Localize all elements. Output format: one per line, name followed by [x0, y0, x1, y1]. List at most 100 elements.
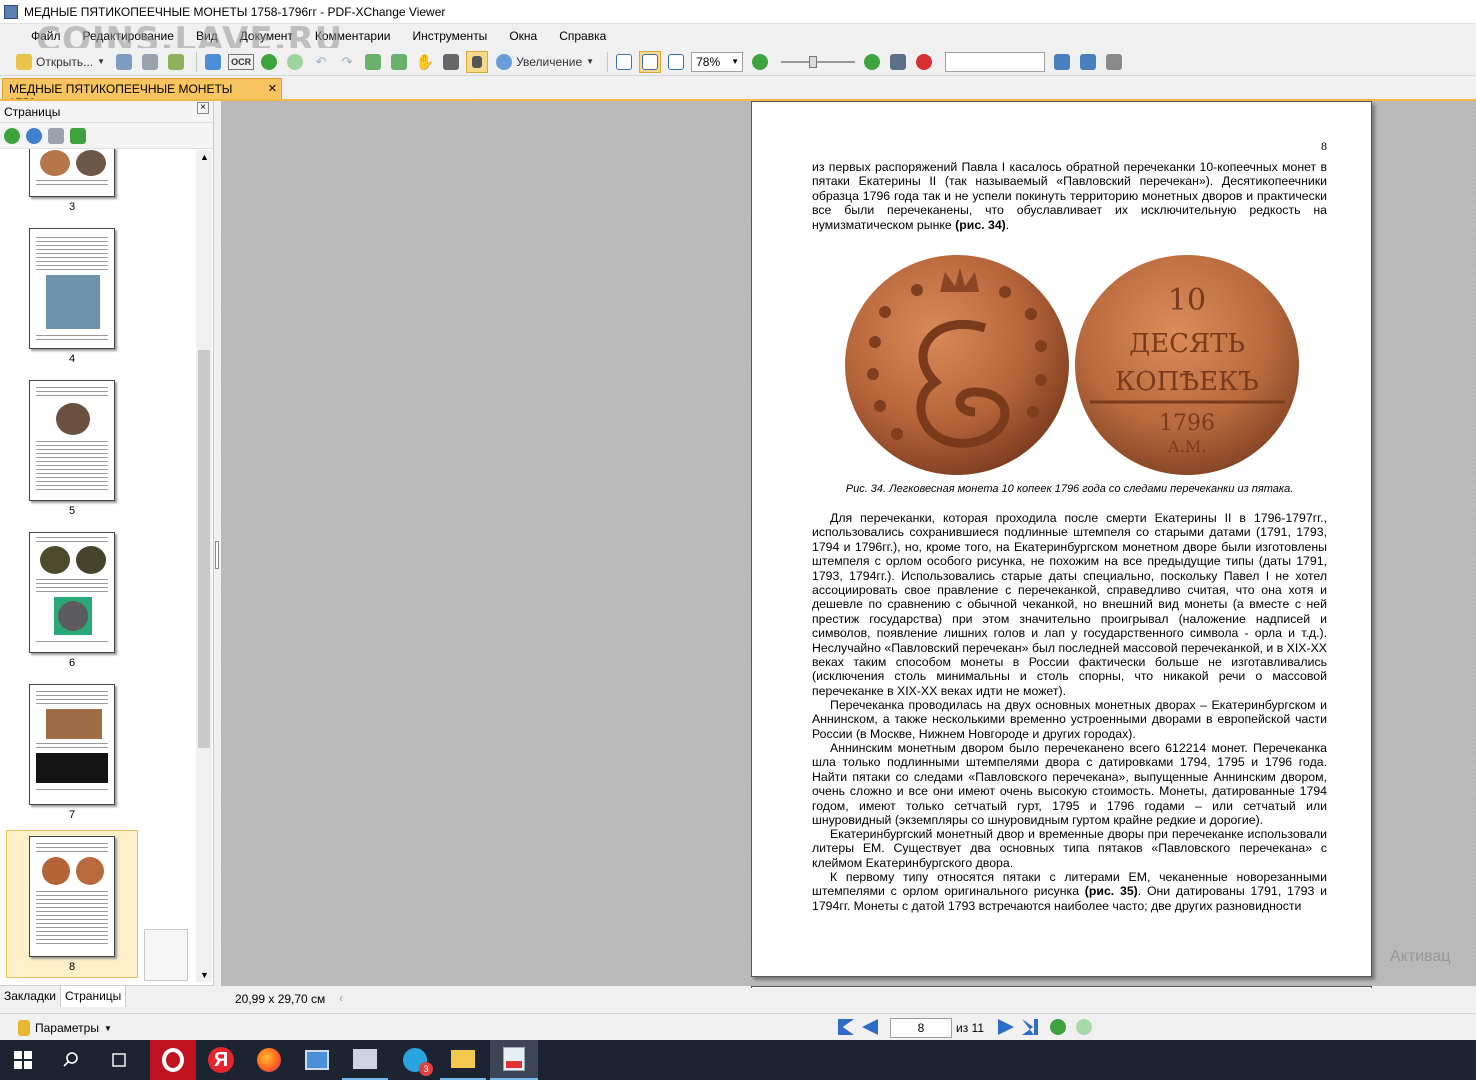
rotate-right-button[interactable] [388, 51, 410, 73]
minus-icon [752, 53, 769, 70]
camera-icon [443, 53, 460, 70]
yandex-icon: Я [208, 1047, 234, 1073]
task-view-button[interactable] [96, 1040, 142, 1080]
coin-thumb [40, 150, 70, 176]
start-button[interactable] [0, 1040, 46, 1080]
rotate-left-button[interactable] [362, 51, 384, 73]
thumbnail-page-7[interactable] [29, 684, 115, 805]
undo-button[interactable]: ↶ [310, 51, 332, 73]
toolbar-divider [607, 51, 609, 72]
params-label: Параметры [35, 1021, 99, 1035]
panel-splitter[interactable] [214, 101, 221, 986]
search-next-button[interactable] [1077, 51, 1099, 73]
open-button[interactable]: Открыть... ▼ [12, 51, 109, 73]
pdf-viewer-button[interactable] [490, 1040, 538, 1080]
scan-button[interactable] [202, 51, 224, 73]
forward-button[interactable] [284, 51, 306, 73]
reverse-word-2: КОПѢЕКЪ [1115, 367, 1259, 397]
telegram-button[interactable]: 3 [392, 1040, 438, 1080]
hand-tool-button[interactable]: ✋ [414, 51, 436, 73]
file-explorer-button[interactable] [440, 1040, 486, 1080]
scroll-up-icon[interactable]: ▲ [200, 152, 209, 162]
first-page-button[interactable] [838, 1019, 854, 1035]
actual-size-button[interactable] [613, 51, 635, 73]
table-thumb [36, 753, 108, 783]
back-button[interactable] [258, 51, 280, 73]
redo-button[interactable]: ↷ [336, 51, 358, 73]
snapshot-button[interactable] [440, 51, 462, 73]
search-button[interactable] [48, 1040, 94, 1080]
print-pages-icon[interactable] [48, 127, 64, 144]
zoom-tool-button[interactable]: Увеличение ▼ [492, 51, 598, 73]
zoom-out-button[interactable] [749, 51, 771, 73]
thumbnail-page-4[interactable] [29, 228, 115, 349]
coin-photo: 10 ДЕСЯТЬ КОПѢЕКЪ 1796 А.М. [845, 255, 1299, 475]
print-button[interactable] [139, 51, 161, 73]
back-view-button[interactable] [1050, 1019, 1066, 1035]
fit-page-button[interactable] [639, 50, 662, 73]
pages-panel-scrollbar[interactable]: ▲ ▼ [196, 150, 212, 982]
fit-width-button[interactable] [665, 51, 687, 73]
thumb-zoom-out-icon[interactable] [26, 127, 42, 144]
search-next-icon [1080, 53, 1097, 70]
scrollbar-thumb[interactable] [198, 350, 210, 748]
pdf-page[interactable]: 8 из первых распоряжений Павла I касалос… [751, 101, 1372, 977]
reverse-word-1: ДЕСЯТЬ [1129, 329, 1245, 359]
page-number-input[interactable]: 8 [890, 1018, 952, 1038]
tools-icon [1106, 53, 1123, 70]
email-button[interactable] [165, 51, 187, 73]
thumbnail-page-6[interactable] [29, 532, 115, 653]
image-viewer-button[interactable] [342, 1040, 388, 1080]
search-input[interactable] [945, 51, 1046, 72]
menu-tools[interactable]: Инструменты [401, 24, 498, 48]
document-tab[interactable]: МЕДНЫЕ ПЯТИКОПЕЕЧНЫЕ МОНЕТЫ 1758-... ✕ [2, 78, 282, 110]
coin-thumb [42, 857, 70, 885]
close-icon[interactable]: ✕ [268, 82, 277, 95]
forward-view-button[interactable] [1076, 1019, 1092, 1035]
os-taskbar: Я 3 [0, 1040, 1476, 1080]
firefox-button[interactable] [246, 1040, 292, 1080]
last-page-button[interactable] [1022, 1019, 1038, 1035]
splitter-grip[interactable] [215, 541, 219, 569]
menu-help[interactable]: Справка [548, 24, 617, 48]
notification-badge: 3 [419, 1062, 433, 1076]
paragraph: Екатеринбургский монетный двор и временн… [812, 827, 1327, 870]
tools-settings-button[interactable] [1103, 51, 1125, 73]
thumbnail-page-8[interactable] [29, 836, 115, 957]
close-icon[interactable]: × [197, 102, 209, 114]
insert-pages-icon[interactable] [70, 127, 86, 144]
status-row: 20,99 x 29,70 см ‹ [221, 988, 1476, 1008]
tab-bookmarks[interactable]: Закладки [0, 986, 61, 1007]
tab-pages[interactable]: Страницы [60, 986, 127, 1007]
thumb-zoom-in-icon[interactable] [4, 127, 20, 144]
menu-windows[interactable]: Окна [498, 24, 548, 48]
zoom-slider-thumb[interactable] [809, 55, 818, 68]
paragraph: Для перечеканки, которая проходила после… [812, 511, 1327, 698]
thumbnail-label: 5 [68, 505, 76, 517]
app-button[interactable] [294, 1040, 340, 1080]
zoom-level-select[interactable]: 78% ▼ [691, 51, 744, 72]
next-page-button[interactable] [998, 1019, 1014, 1035]
ask-button[interactable] [913, 51, 935, 73]
scroll-down-icon[interactable]: ▼ [200, 970, 209, 980]
thumbnail-page-3[interactable] [29, 149, 115, 197]
yandex-browser-button[interactable]: Я [198, 1040, 244, 1080]
ocr-button[interactable]: OCR [228, 53, 255, 70]
folder-icon [16, 53, 32, 70]
prev-page-button[interactable] [862, 1019, 878, 1035]
opera-button[interactable] [150, 1040, 196, 1080]
scan-icon [205, 53, 222, 70]
thumbnail-page-5[interactable] [29, 380, 115, 501]
search-prev-button[interactable] [1051, 51, 1073, 73]
pages-panel: Страницы × 3 4 5 6 7 8 [0, 101, 214, 985]
zoom-in-button[interactable] [861, 51, 883, 73]
coin-thumb [56, 403, 90, 435]
scroll-left-icon[interactable]: ‹ [339, 991, 343, 1005]
zoom-slider[interactable] [781, 55, 856, 68]
params-button[interactable]: Параметры ▼ [18, 1020, 112, 1036]
find-button[interactable] [887, 51, 909, 73]
save-button[interactable] [113, 51, 135, 73]
coin-thumb [76, 150, 106, 176]
page-size-label: 20,99 x 29,70 см [235, 992, 326, 1006]
select-text-button[interactable] [466, 50, 489, 73]
